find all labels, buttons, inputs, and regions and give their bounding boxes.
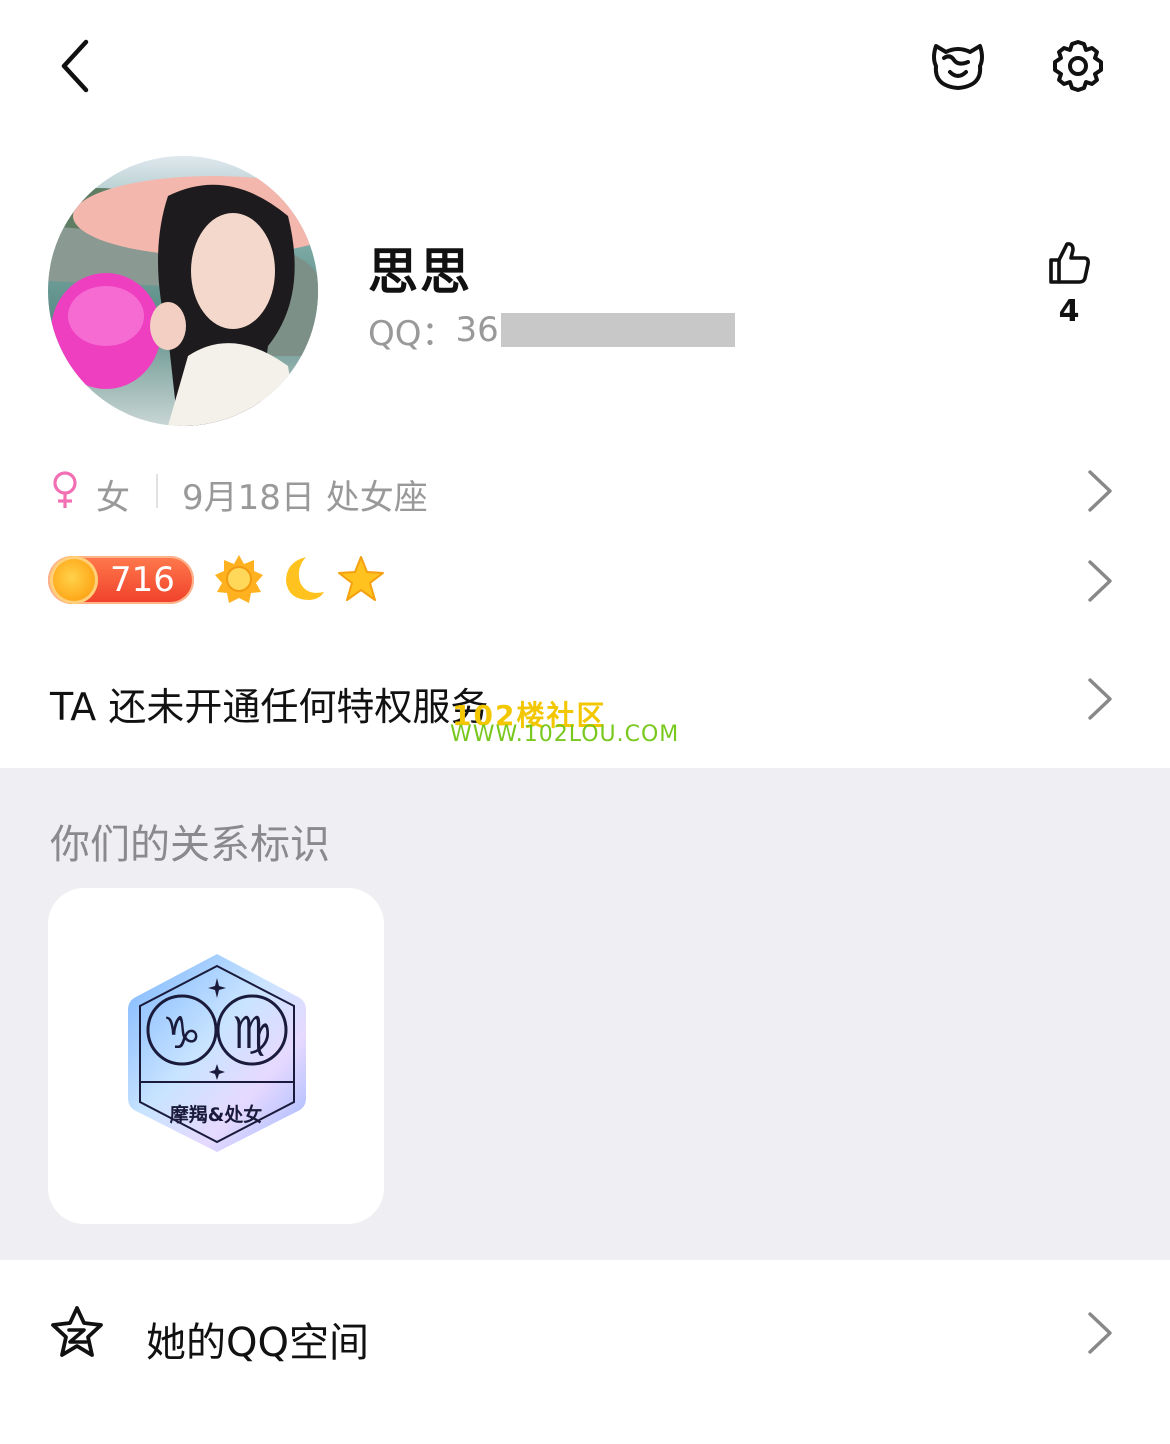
coin-icon bbox=[50, 556, 98, 604]
gender: 女 bbox=[96, 478, 130, 518]
basic-info-row[interactable]: 女 9月18日 处女座 bbox=[0, 452, 1170, 532]
gear-icon bbox=[1053, 40, 1103, 92]
pet-face-icon bbox=[932, 44, 984, 90]
qzone-label: 她的QQ空间 bbox=[146, 1320, 369, 1366]
relationship-section: 你们的关系标识 ♑ ♍ 摩羯&处女 bbox=[0, 768, 1170, 1260]
nickname: 思思 bbox=[368, 243, 472, 301]
thumbs-up-icon bbox=[1049, 242, 1090, 284]
back-button[interactable] bbox=[40, 30, 110, 102]
capricorn-symbol: ♑ bbox=[162, 1008, 202, 1059]
relationship-badge-card[interactable]: ♑ ♍ 摩羯&处女 bbox=[48, 888, 384, 1224]
like-count: 4 bbox=[1058, 294, 1080, 329]
birthday-zodiac: 9月18日 处女座 bbox=[182, 478, 428, 518]
chevron-left-icon bbox=[61, 39, 89, 93]
qzone-star-icon bbox=[51, 1306, 103, 1357]
level-badge: 716 bbox=[48, 556, 194, 604]
pet-button[interactable] bbox=[920, 30, 996, 102]
qq-label: QQ： bbox=[368, 313, 456, 354]
privilege-text: TA 还未开通任何特权服务 bbox=[50, 685, 489, 729]
divider bbox=[156, 474, 158, 508]
chevron-right-icon bbox=[1088, 560, 1112, 602]
sun-icon bbox=[215, 555, 263, 603]
level-value: 716 bbox=[110, 560, 175, 600]
qq-prefix: 36 bbox=[455, 310, 499, 350]
avatar[interactable] bbox=[48, 156, 318, 426]
watermark-url: WWW.102LOU.COM bbox=[450, 722, 680, 747]
female-icon bbox=[53, 471, 77, 508]
chevron-right-icon bbox=[1088, 470, 1112, 512]
level-row[interactable]: 716 bbox=[0, 540, 1170, 620]
avatar-photo bbox=[48, 156, 318, 426]
qq-redaction bbox=[500, 313, 735, 347]
chevron-right-icon bbox=[1088, 678, 1112, 720]
section-title: 你们的关系标识 bbox=[50, 822, 330, 868]
badge-label: 摩羯&处女 bbox=[169, 1104, 263, 1126]
qq-number: QQ： 36 bbox=[368, 310, 735, 354]
chevron-right-icon bbox=[1088, 1312, 1112, 1354]
like-button[interactable]: 4 bbox=[1030, 240, 1108, 350]
qzone-row[interactable]: 她的QQ空间 bbox=[0, 1290, 1170, 1380]
settings-button[interactable] bbox=[1040, 30, 1116, 102]
virgo-symbol: ♍ bbox=[232, 1008, 272, 1059]
star-icon bbox=[338, 556, 384, 601]
moon-icon bbox=[286, 557, 324, 600]
